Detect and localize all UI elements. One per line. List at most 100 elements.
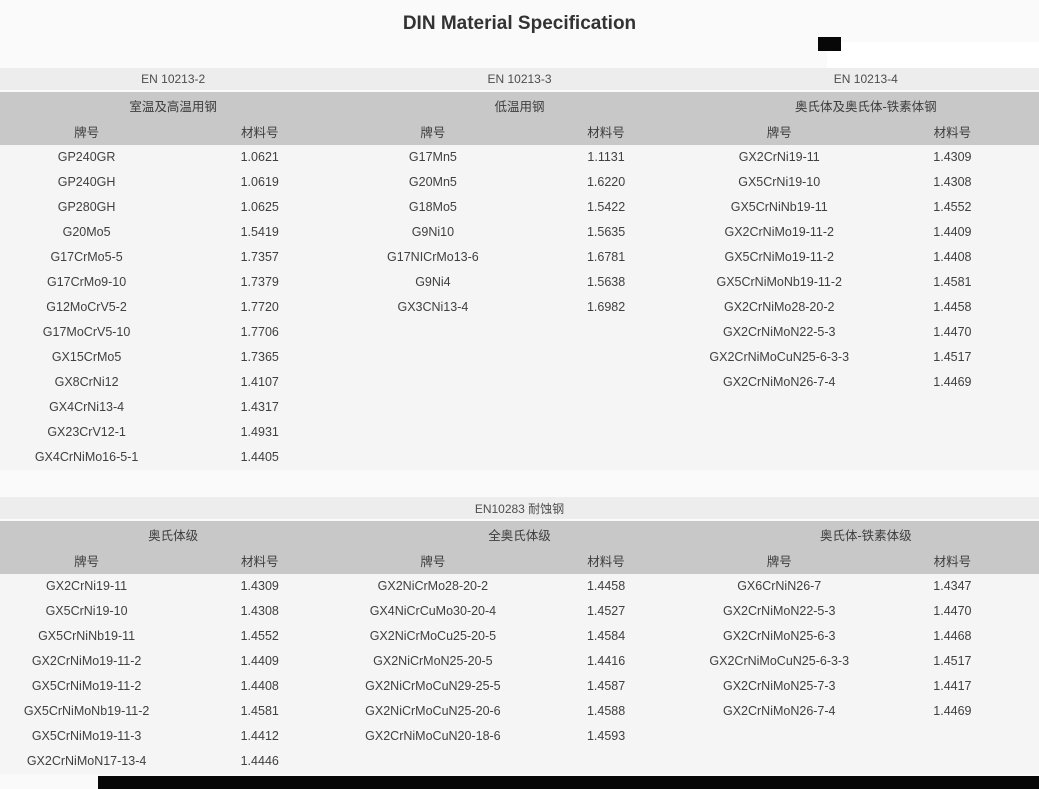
table-row: GX2CrNiMoCuN20-18-61.4593 [346, 724, 692, 749]
grade-cell: GX2CrNiMoN22-5-3 [693, 599, 866, 624]
table-row: G17Mn51.1131 [346, 145, 692, 170]
grade-cell: GP240GR [0, 145, 173, 170]
table-row: G20Mn51.6220 [346, 170, 692, 195]
material-no-header: 材料号 [519, 547, 692, 574]
grade-cell: G17CrMo9-10 [0, 270, 173, 295]
material-no-cell: 1.7379 [173, 270, 346, 295]
table-row: GX3CNi13-41.6982 [346, 295, 692, 320]
grade-cell: GX2CrNiMo19-11-2 [693, 220, 866, 245]
material-no-cell: 1.6781 [519, 245, 692, 270]
table-body: GP240GR1.0621GP240GH1.0619GP280GH1.0625G… [0, 145, 1039, 470]
material-no-cell: 1.4469 [866, 370, 1039, 395]
table-row: GX5CrNiMo19-11-21.4408 [693, 245, 1039, 270]
material-no-cell: 1.4107 [173, 370, 346, 395]
table-row: GX2CrNiMoCuN25-6-3-31.4517 [693, 649, 1039, 674]
sub-table-column: GX6CrNiN26-71.4347GX2CrNiMoN22-5-31.4470… [693, 574, 1039, 724]
material-no-cell: 1.5635 [519, 220, 692, 245]
material-no-cell: 1.4470 [866, 320, 1039, 345]
table-row: G12MoCrV5-21.7720 [0, 295, 346, 320]
sub-table-column: GX2CrNi19-111.4309GX5CrNi19-101.4308GX5C… [0, 574, 346, 774]
sub-table-column: GX2CrNi19-111.4309GX5CrNi19-101.4308GX5C… [693, 145, 1039, 395]
grade-cell: G17Mn5 [346, 145, 519, 170]
table-row: GX2CrNiMoN25-7-31.4417 [693, 674, 1039, 699]
material-no-cell: 1.4469 [866, 699, 1039, 724]
material-no-cell: 1.4408 [173, 674, 346, 699]
table-row: GX2NiCrMoCu25-20-51.4584 [346, 624, 692, 649]
grade-cell: GX2CrNiMoN22-5-3 [693, 320, 866, 345]
table-row: GX2CrNiMo19-11-21.4409 [693, 220, 1039, 245]
page-title: DIN Material Specification [0, 0, 1039, 35]
grade-cell: GX2CrNiMoN25-6-3 [693, 624, 866, 649]
grade-cell: GX2CrNi19-11 [0, 574, 173, 599]
table-row: G20Mo51.5419 [0, 220, 346, 245]
grade-cell: GX5CrNi19-10 [693, 170, 866, 195]
grade-cell: GX2NiCrMo28-20-2 [346, 574, 519, 599]
grade-cell: GX2NiCrMoN25-20-5 [346, 649, 519, 674]
grade-cell: G9Ni4 [346, 270, 519, 295]
table-row: G17MoCrV5-101.7706 [0, 320, 346, 345]
category-label: 低温用钢 [346, 92, 692, 118]
column-header-band: 牌号 材料号 牌号 材料号 牌号 材料号 [0, 547, 1039, 574]
grade-header: 牌号 [693, 118, 866, 145]
material-no-cell: 1.4317 [173, 395, 346, 420]
grade-cell: GX2CrNiMoCuN25-6-3-3 [693, 345, 866, 370]
material-no-cell: 1.4587 [519, 674, 692, 699]
material-no-cell: 1.4588 [519, 699, 692, 724]
grade-header: 牌号 [0, 118, 173, 145]
grade-cell: GX4CrNi13-4 [0, 395, 173, 420]
table-body: GX2CrNi19-111.4309GX5CrNi19-101.4308GX5C… [0, 574, 1039, 774]
material-no-cell: 1.5422 [519, 195, 692, 220]
grade-cell: GX2CrNiMoN26-7-4 [693, 370, 866, 395]
grade-cell: GX2CrNiMoCuN20-18-6 [346, 724, 519, 749]
table-row: GX4NiCrCuMo30-20-41.4527 [346, 599, 692, 624]
standard-label: EN 10213-2 [0, 68, 346, 90]
grade-cell: G9Ni10 [346, 220, 519, 245]
table-row: GX2CrNi19-111.4309 [693, 145, 1039, 170]
table-row: GX2CrNiMoCuN25-6-3-31.4517 [693, 345, 1039, 370]
material-no-cell: 1.5638 [519, 270, 692, 295]
material-no-cell: 1.4552 [866, 195, 1039, 220]
table-row: G17CrMo5-51.7357 [0, 245, 346, 270]
grade-cell: GX4CrNiMo16-5-1 [0, 445, 173, 470]
material-no-cell: 1.0621 [173, 145, 346, 170]
grade-cell: G17NICrMo13-6 [346, 245, 519, 270]
material-no-header: 材料号 [866, 547, 1039, 574]
standard-band: EN 10213-2 EN 10213-3 EN 10213-4 [0, 68, 1039, 90]
material-no-cell: 1.4527 [519, 599, 692, 624]
grade-cell: G18Mo5 [346, 195, 519, 220]
grade-cell: GX5CrNiNb19-11 [0, 624, 173, 649]
material-no-cell: 1.6220 [519, 170, 692, 195]
material-no-cell: 1.4417 [866, 674, 1039, 699]
grade-cell: GX8CrNi12 [0, 370, 173, 395]
category-label: 室温及高温用钢 [0, 92, 346, 118]
material-no-cell: 1.4581 [866, 270, 1039, 295]
grade-header: 牌号 [693, 547, 866, 574]
material-no-cell: 1.4584 [519, 624, 692, 649]
grade-header: 牌号 [0, 547, 173, 574]
table-row: GX2NiCrMoCuN29-25-51.4587 [346, 674, 692, 699]
grade-cell: GX4NiCrCuMo30-20-4 [346, 599, 519, 624]
standard-label: EN10283 耐蚀钢 [475, 500, 564, 517]
table-en10213: EN 10213-2 EN 10213-3 EN 10213-4 室温及高温用钢… [0, 68, 1039, 470]
table-row: GX2CrNiMoN17-13-41.4446 [0, 749, 346, 774]
table-en10283: EN10283 耐蚀钢 奥氏体级 全奥氏体级 奥氏体-铁素体级 牌号 材料号 牌… [0, 497, 1039, 774]
material-no-header: 材料号 [519, 118, 692, 145]
material-no-cell: 1.4552 [173, 624, 346, 649]
table-row: GX5CrNi19-101.4308 [0, 599, 346, 624]
material-no-cell: 1.4517 [866, 649, 1039, 674]
material-no-cell: 1.7720 [173, 295, 346, 320]
material-no-cell: 1.4931 [173, 420, 346, 445]
table-row: GX2CrNiMo19-11-21.4409 [0, 649, 346, 674]
grade-header: 牌号 [346, 118, 519, 145]
grade-cell: GX5CrNiMoNb19-11-2 [693, 270, 866, 295]
sub-table-column: GP240GR1.0621GP240GH1.0619GP280GH1.0625G… [0, 145, 346, 470]
material-no-cell: 1.7706 [173, 320, 346, 345]
table-row: GX5CrNiNb19-111.4552 [693, 195, 1039, 220]
category-label: 奥氏体及奥氏体-铁素体钢 [693, 92, 1039, 118]
table-row: GX15CrMo51.7365 [0, 345, 346, 370]
grade-cell: GX2CrNiMoCuN25-6-3-3 [693, 649, 866, 674]
grade-cell: GX2CrNiMo28-20-2 [693, 295, 866, 320]
material-no-cell: 1.4308 [866, 170, 1039, 195]
table-row: GX8CrNi121.4107 [0, 370, 346, 395]
material-no-cell: 1.4409 [173, 649, 346, 674]
